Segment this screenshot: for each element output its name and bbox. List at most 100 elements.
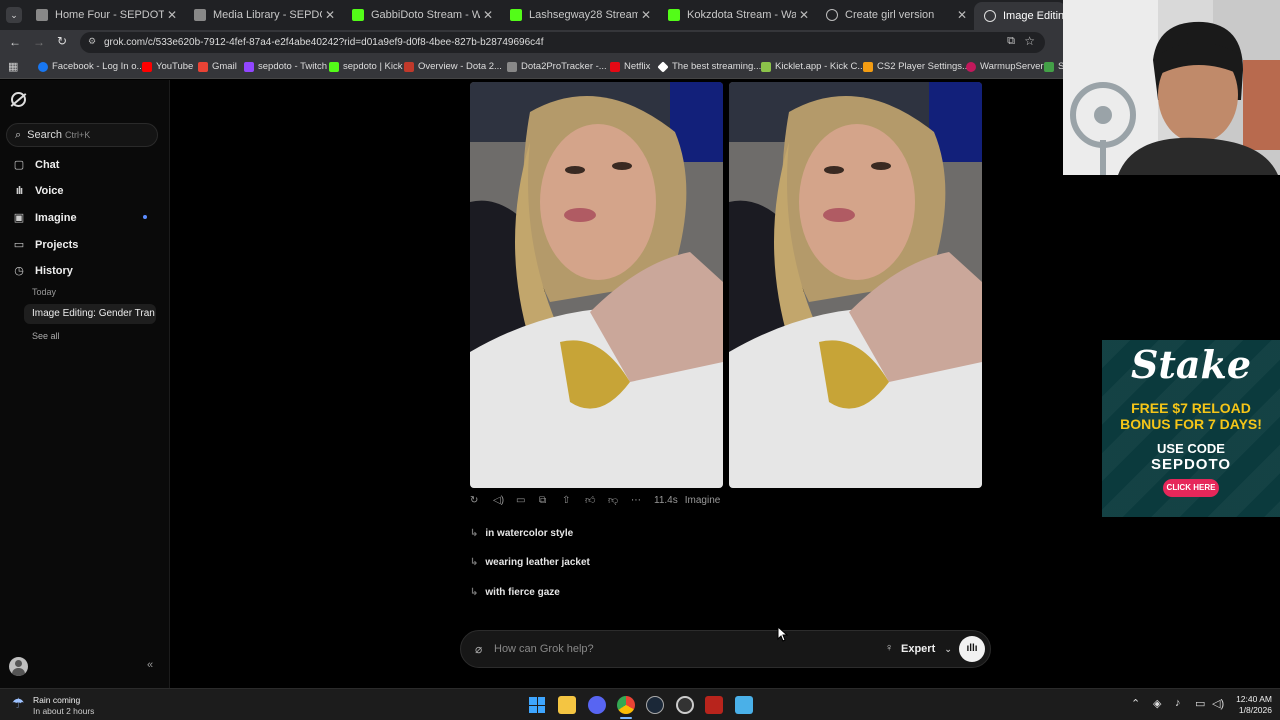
kick-icon (329, 61, 339, 72)
folder-icon: ▭ (13, 239, 25, 251)
back-arrow-icon[interactable]: ← (9, 35, 21, 49)
chevron-up-icon[interactable]: ⌃ (1131, 697, 1140, 710)
site-info-icon[interactable]: ⚙ (88, 36, 96, 47)
cs2-icon (863, 61, 873, 72)
bookmark-item[interactable]: YouTube (142, 61, 193, 72)
search-input[interactable]: ⌕ Search Ctrl+K (6, 123, 158, 147)
suggestion-item[interactable]: ↳ with fierce gaze (470, 587, 560, 598)
bookmark-item[interactable]: CS2 Player Settings... (863, 61, 970, 72)
close-icon[interactable]: ✕ (796, 8, 812, 22)
bookmark-item[interactable]: S (1044, 61, 1064, 72)
bookmark-item[interactable]: WarmupServer (966, 61, 1044, 72)
sidebar-item-history[interactable]: ◷ History (12, 264, 73, 278)
bookmark-label: WarmupServer (980, 61, 1044, 72)
avatar[interactable] (9, 657, 28, 676)
forward-arrow-icon[interactable]: → (33, 35, 45, 49)
webcam-feed (1063, 0, 1280, 175)
sidebar-item-imagine[interactable]: ▣ Imagine (12, 211, 77, 225)
gmail-icon (198, 61, 208, 72)
steam-icon[interactable] (646, 696, 664, 714)
windows-pane (537, 697, 545, 705)
bookmark-item[interactable]: sepdoto | Kick (329, 61, 403, 72)
address-bar[interactable]: ⚙ grok.com/c/533e620b-7912-4fef-87a4-e2f… (80, 32, 1045, 53)
volume-icon[interactable]: ◁) (1212, 697, 1224, 710)
browser-tab[interactable]: Media Library - SEPDOTO — W ✕ (184, 4, 338, 26)
close-icon[interactable]: ✕ (638, 8, 654, 22)
browser-tab[interactable]: Lashsegway28 Stream - Watch ✕ (500, 4, 654, 26)
bookmark-label: sepdoto | Kick (343, 61, 403, 72)
reload-icon[interactable]: ↻ (57, 34, 67, 48)
read-aloud-icon[interactable]: ◁) (493, 495, 516, 506)
sidebar-item-chat[interactable]: ▢ Chat (12, 158, 60, 172)
tab-search-button[interactable]: ⌄ (6, 7, 22, 23)
dota-icon[interactable] (705, 696, 723, 714)
microphone-icon[interactable]: ♪ (1175, 697, 1181, 709)
twitch-icon (244, 61, 254, 72)
image-icon: ▣ (13, 212, 25, 224)
copy-icon[interactable]: ⧉ (539, 495, 562, 506)
warmup-icon (966, 61, 976, 72)
suggestion-item[interactable]: ↳ in watercolor style (470, 528, 573, 539)
bookmark-item[interactable]: Kicklet.app - Kick C... (761, 61, 865, 72)
tab-title: Home Four - SEPDOTO (55, 9, 164, 21)
see-all-link[interactable]: See all (32, 331, 60, 341)
comment-icon[interactable]: ▭ (516, 495, 539, 506)
prompt-input[interactable]: How can Grok help? (494, 643, 594, 655)
thumbs-down-icon[interactable]: 👎︎ (608, 494, 631, 506)
browser-tab[interactable]: GabbiDoto Stream - Watch Live ✕ (342, 4, 496, 26)
clock[interactable]: 12:40 AM 1/8/2026 (1228, 694, 1272, 716)
sponsor-ad-banner[interactable]: Stake FREE $7 RELOAD BONUS FOR 7 DAYS! U… (1102, 340, 1280, 517)
more-options-icon[interactable]: ⋯ (631, 495, 654, 506)
prompt-composer[interactable]: ⌀ How can Grok help? ♀ Expert ⌄ ıllı (460, 630, 991, 668)
weather-widget[interactable]: Rain coming In about 2 hours (33, 695, 94, 717)
ad-click-here-button[interactable]: CLICK HERE (1163, 479, 1219, 497)
voice-mode-button[interactable]: ıllı (959, 636, 985, 662)
globe-icon (826, 9, 838, 21)
bookmark-star-icon[interactable]: ☆ (1024, 34, 1035, 48)
close-icon[interactable]: ✕ (164, 8, 180, 22)
start-windows-icon[interactable] (529, 697, 545, 713)
suggestion-label: in watercolor style (485, 528, 574, 539)
generated-image-2[interactable] (729, 82, 982, 488)
discord-icon[interactable] (588, 696, 606, 714)
bookmark-item[interactable]: Dota2ProTracker -... (507, 61, 607, 72)
history-item[interactable]: Image Editing: Gender Tran (24, 304, 156, 324)
sidebar-item-projects[interactable]: ▭ Projects (12, 238, 79, 252)
attach-icon[interactable]: ⌀ (475, 642, 482, 656)
browser-tab-active[interactable]: Image Editing: Gen (974, 2, 1066, 30)
bookmark-item[interactable]: sepdoto - Twitch (244, 61, 327, 72)
thumbs-up-icon[interactable]: 👍︎ (585, 494, 608, 506)
sidebar-item-voice[interactable]: ılı Voice (12, 185, 64, 197)
bookmark-item[interactable]: Overview - Dota 2... (404, 61, 502, 72)
share-icon[interactable]: ⇧ (562, 495, 585, 506)
grok-logo[interactable] (10, 92, 27, 107)
close-icon[interactable]: ✕ (480, 8, 496, 22)
obs-icon[interactable] (676, 696, 694, 714)
close-icon[interactable]: ✕ (322, 8, 338, 22)
weather-icon[interactable]: ☂ (12, 695, 25, 712)
bookmark-item[interactable]: Gmail (198, 61, 237, 72)
bookmark-item[interactable]: Netflix (610, 61, 650, 72)
suggestion-item[interactable]: ↳ wearing leather jacket (470, 557, 590, 568)
regenerate-icon[interactable]: ↻ (470, 495, 493, 506)
bookmark-item[interactable]: The best streaming... (657, 60, 761, 73)
notepad-icon[interactable] (735, 696, 753, 714)
display-icon[interactable]: ▭ (1195, 697, 1205, 710)
windows-taskbar: ☂ Rain coming In about 2 hours ⌃ ◈ ♪ ▭ ◁… (0, 688, 1280, 720)
tab-title: GabbiDoto Stream - Watch Live (371, 9, 480, 21)
youtube-icon (142, 61, 152, 72)
follow-up-arrow-icon: ↳ (470, 557, 479, 568)
generated-image-1[interactable] (470, 82, 723, 488)
browser-tab[interactable]: Kokzdota Stream - Watch Live ✕ (658, 4, 812, 26)
bookmark-item[interactable]: Facebook - Log In o... (38, 61, 144, 72)
model-selector[interactable]: Expert ⌄ (901, 643, 952, 655)
chrome-icon[interactable] (617, 696, 635, 714)
collapse-sidebar-icon[interactable]: « (147, 659, 153, 671)
network-icon[interactable]: ◈ (1153, 697, 1161, 710)
close-icon[interactable]: ✕ (954, 8, 970, 22)
browser-tab[interactable]: Home Four - SEPDOTO ✕ (26, 4, 180, 26)
install-app-icon[interactable]: ⧉ (1007, 35, 1015, 48)
browser-tab[interactable]: Create girl version ✕ (816, 4, 970, 26)
apps-grid-icon[interactable]: ▦ (8, 60, 18, 73)
file-explorer-icon[interactable] (558, 696, 576, 714)
